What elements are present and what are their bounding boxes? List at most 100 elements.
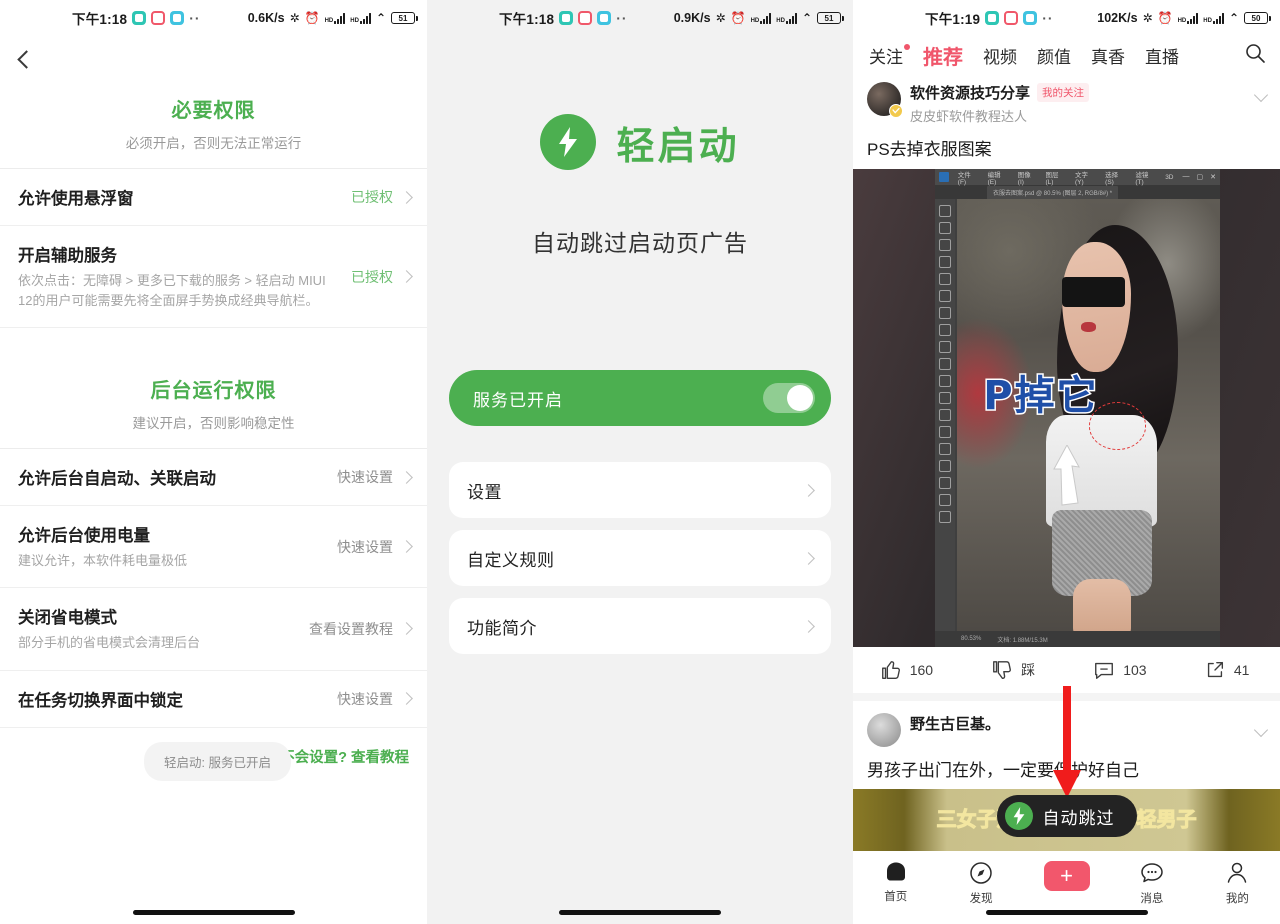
service-toggle-card[interactable]: 服务已开启 [449,370,831,426]
menu-3d: 3D [1165,173,1174,181]
comment-action[interactable]: 103 [1067,659,1174,681]
eraser-tool-icon [939,358,951,370]
row-right: 快速设置 [337,467,413,487]
chevron-right-icon [802,551,815,565]
tabbar-item-messages[interactable]: 消息 [1109,861,1194,906]
section-subtitle: 必须开启，否则无法正常运行 [125,136,302,151]
zoom-level: 80.53% [961,636,982,642]
chevron-right-icon [400,470,413,484]
author-name[interactable]: 野生古巨基。 [910,713,1000,734]
battery-indicator: 51 [391,12,418,24]
feed-tab-bar: 关注 推荐 视频 颜值 真香 直播 [853,36,1280,74]
row-right: 已授权 [351,267,413,287]
home-indicator-3 [985,910,1148,915]
photoshop-canvas: P掉它 [957,199,1220,631]
profile-icon [1228,862,1247,883]
menu-item-settings[interactable]: 设置 [449,462,831,518]
chevron-right-icon [400,190,413,204]
signal-1-icon: HD [1178,12,1199,24]
chevron-down-icon[interactable] [1253,87,1269,103]
tab-following[interactable]: 关注 [869,43,910,68]
alarm-icon: ⏰ [304,11,320,25]
tabbar-label: 我的 [1225,893,1249,905]
menu-select: 选择(S) [1105,171,1119,186]
lightning-bolt-icon [1004,802,1033,830]
search-icon[interactable] [1244,42,1266,69]
dislike-action[interactable]: 踩 [960,659,1067,681]
brush-tool-icon [939,324,951,336]
like-action[interactable]: 160 [853,659,960,681]
tab-zhenxiang[interactable]: 真香 [1091,43,1125,68]
row-main: 允许后台使用电量 建议允许，本软件耗电量极低 [18,522,337,571]
move-tool-icon [939,205,951,217]
bluetooth-icon: ✲ [715,11,726,25]
row-value: 快速设置 [337,690,393,707]
plus-icon[interactable]: + [1043,861,1090,891]
thumbs-up-icon [881,661,900,679]
auto-skip-pill[interactable]: 自动跳过 [996,795,1137,837]
menu-type: 文字(Y) [1074,171,1088,186]
overlay-text: P掉它 [982,372,1099,421]
tabbar-item-discover[interactable]: 发现 [938,861,1023,906]
chevron-down-icon[interactable] [1253,722,1269,738]
row-value: 查看设置教程 [309,620,393,637]
author-row: 软件资源技巧分享 我的关注 [910,82,1247,103]
crop-tool-icon [939,273,951,285]
menu-item-custom-rules[interactable]: 自定义规则 [449,530,831,586]
red-app-icon [1004,11,1019,25]
tab-live[interactable]: 直播 [1145,43,1179,68]
permission-row-task-lock[interactable]: 在任务切换界面中锁定 快速设置 [0,670,427,728]
post-author-block: 软件资源技巧分享 我的关注 皮皮虾软件教程达人 [910,82,1247,125]
following-tag: 我的关注 [1037,83,1090,102]
status-bar-3: 下午1:19 ·· 102K/s ✲ ⏰ HD HD ⌃ 50 [853,0,1280,36]
permission-row-accessibility[interactable]: 开启辅助服务 依次点击：无障碍 > 更多已下载的服务 > 轻启动 MIUI 12… [0,226,427,329]
row-right: 查看设置教程 [309,619,413,639]
service-toggle-switch[interactable] [763,383,815,413]
row-title: 允许使用悬浮窗 [18,190,134,208]
row-title: 在任务切换界面中锁定 [18,691,183,710]
tab-video[interactable]: 视频 [983,43,1017,68]
status-bar-left-1: 下午1:18 ·· [72,8,201,28]
minimize-icon: — [1182,173,1190,180]
model-leg [1072,579,1131,631]
row-value: 已授权 [351,189,393,205]
tabbar-label: 发现 [969,893,993,905]
comment-icon [1095,662,1114,679]
post-title-1[interactable]: PS去掉衣服图案 [853,125,1280,169]
post-media-photoshop-screenshot[interactable]: 文件(F) 编辑(E) 图像(I) 图层(L) 文字(Y) 选择(S) 滤镜(T… [853,169,1280,647]
row-main: 允许使用悬浮窗 [18,185,351,209]
row-title: 允许后台自启动、关联启动 [18,470,216,489]
tab-beauty[interactable]: 颜值 [1037,43,1071,68]
tabbar-item-home[interactable]: 首页 [853,861,938,904]
menu-item-feature-intro[interactable]: 功能简介 [449,598,831,654]
share-action[interactable]: 41 [1173,659,1280,681]
lightning-bolt-icon [540,114,597,170]
more-dots-icon: ·· [616,10,628,26]
permission-row-autostart[interactable]: 允许后台自启动、关联启动 快速设置 [0,449,427,507]
tabbar-item-profile[interactable]: 我的 [1195,861,1280,906]
tabbar-item-create[interactable]: + [1024,861,1109,891]
battery-indicator: 50 [1244,12,1271,24]
teal-app-icon [985,11,1000,25]
tab-recommend[interactable]: 推荐 [923,41,963,70]
photoshop-statusbar: 80.53% 文档: 1.88M/15.3M [935,631,1220,647]
signal-1-icon: HD [325,12,346,24]
avatar[interactable] [867,82,903,118]
permission-row-battery-usage[interactable]: 允许后台使用电量 建议允许，本软件耗电量极低 快速设置 [0,506,427,589]
permission-row-power-saving[interactable]: 关闭省电模式 部分手机的省电模式会清理后台 查看设置教程 [0,588,427,671]
share-icon [1207,661,1223,678]
red-down-arrow-icon [1052,686,1081,798]
back-chevron-icon[interactable] [17,49,36,69]
author-subtitle: 皮皮虾软件教程达人 [910,109,1028,124]
row-title: 开启辅助服务 [18,247,117,265]
avatar[interactable] [867,713,901,747]
document-tab: 衣服去图案.psd @ 80.5% (图层 2, RGB/8#) * [987,185,1119,199]
permission-row-floating-window[interactable]: 允许使用悬浮窗 已授权 [0,169,427,226]
author-name[interactable]: 软件资源技巧分享 [910,82,1030,103]
wifi-icon: ⌃ [1228,11,1239,25]
blur-tool-icon [939,392,951,404]
like-count: 160 [909,662,934,678]
photoshop-window: 文件(F) 编辑(E) 图像(I) 图层(L) 文字(Y) 选择(S) 滤镜(T… [935,169,1220,647]
type-tool-icon [939,443,951,455]
status-time: 下午1:18 [72,12,128,27]
